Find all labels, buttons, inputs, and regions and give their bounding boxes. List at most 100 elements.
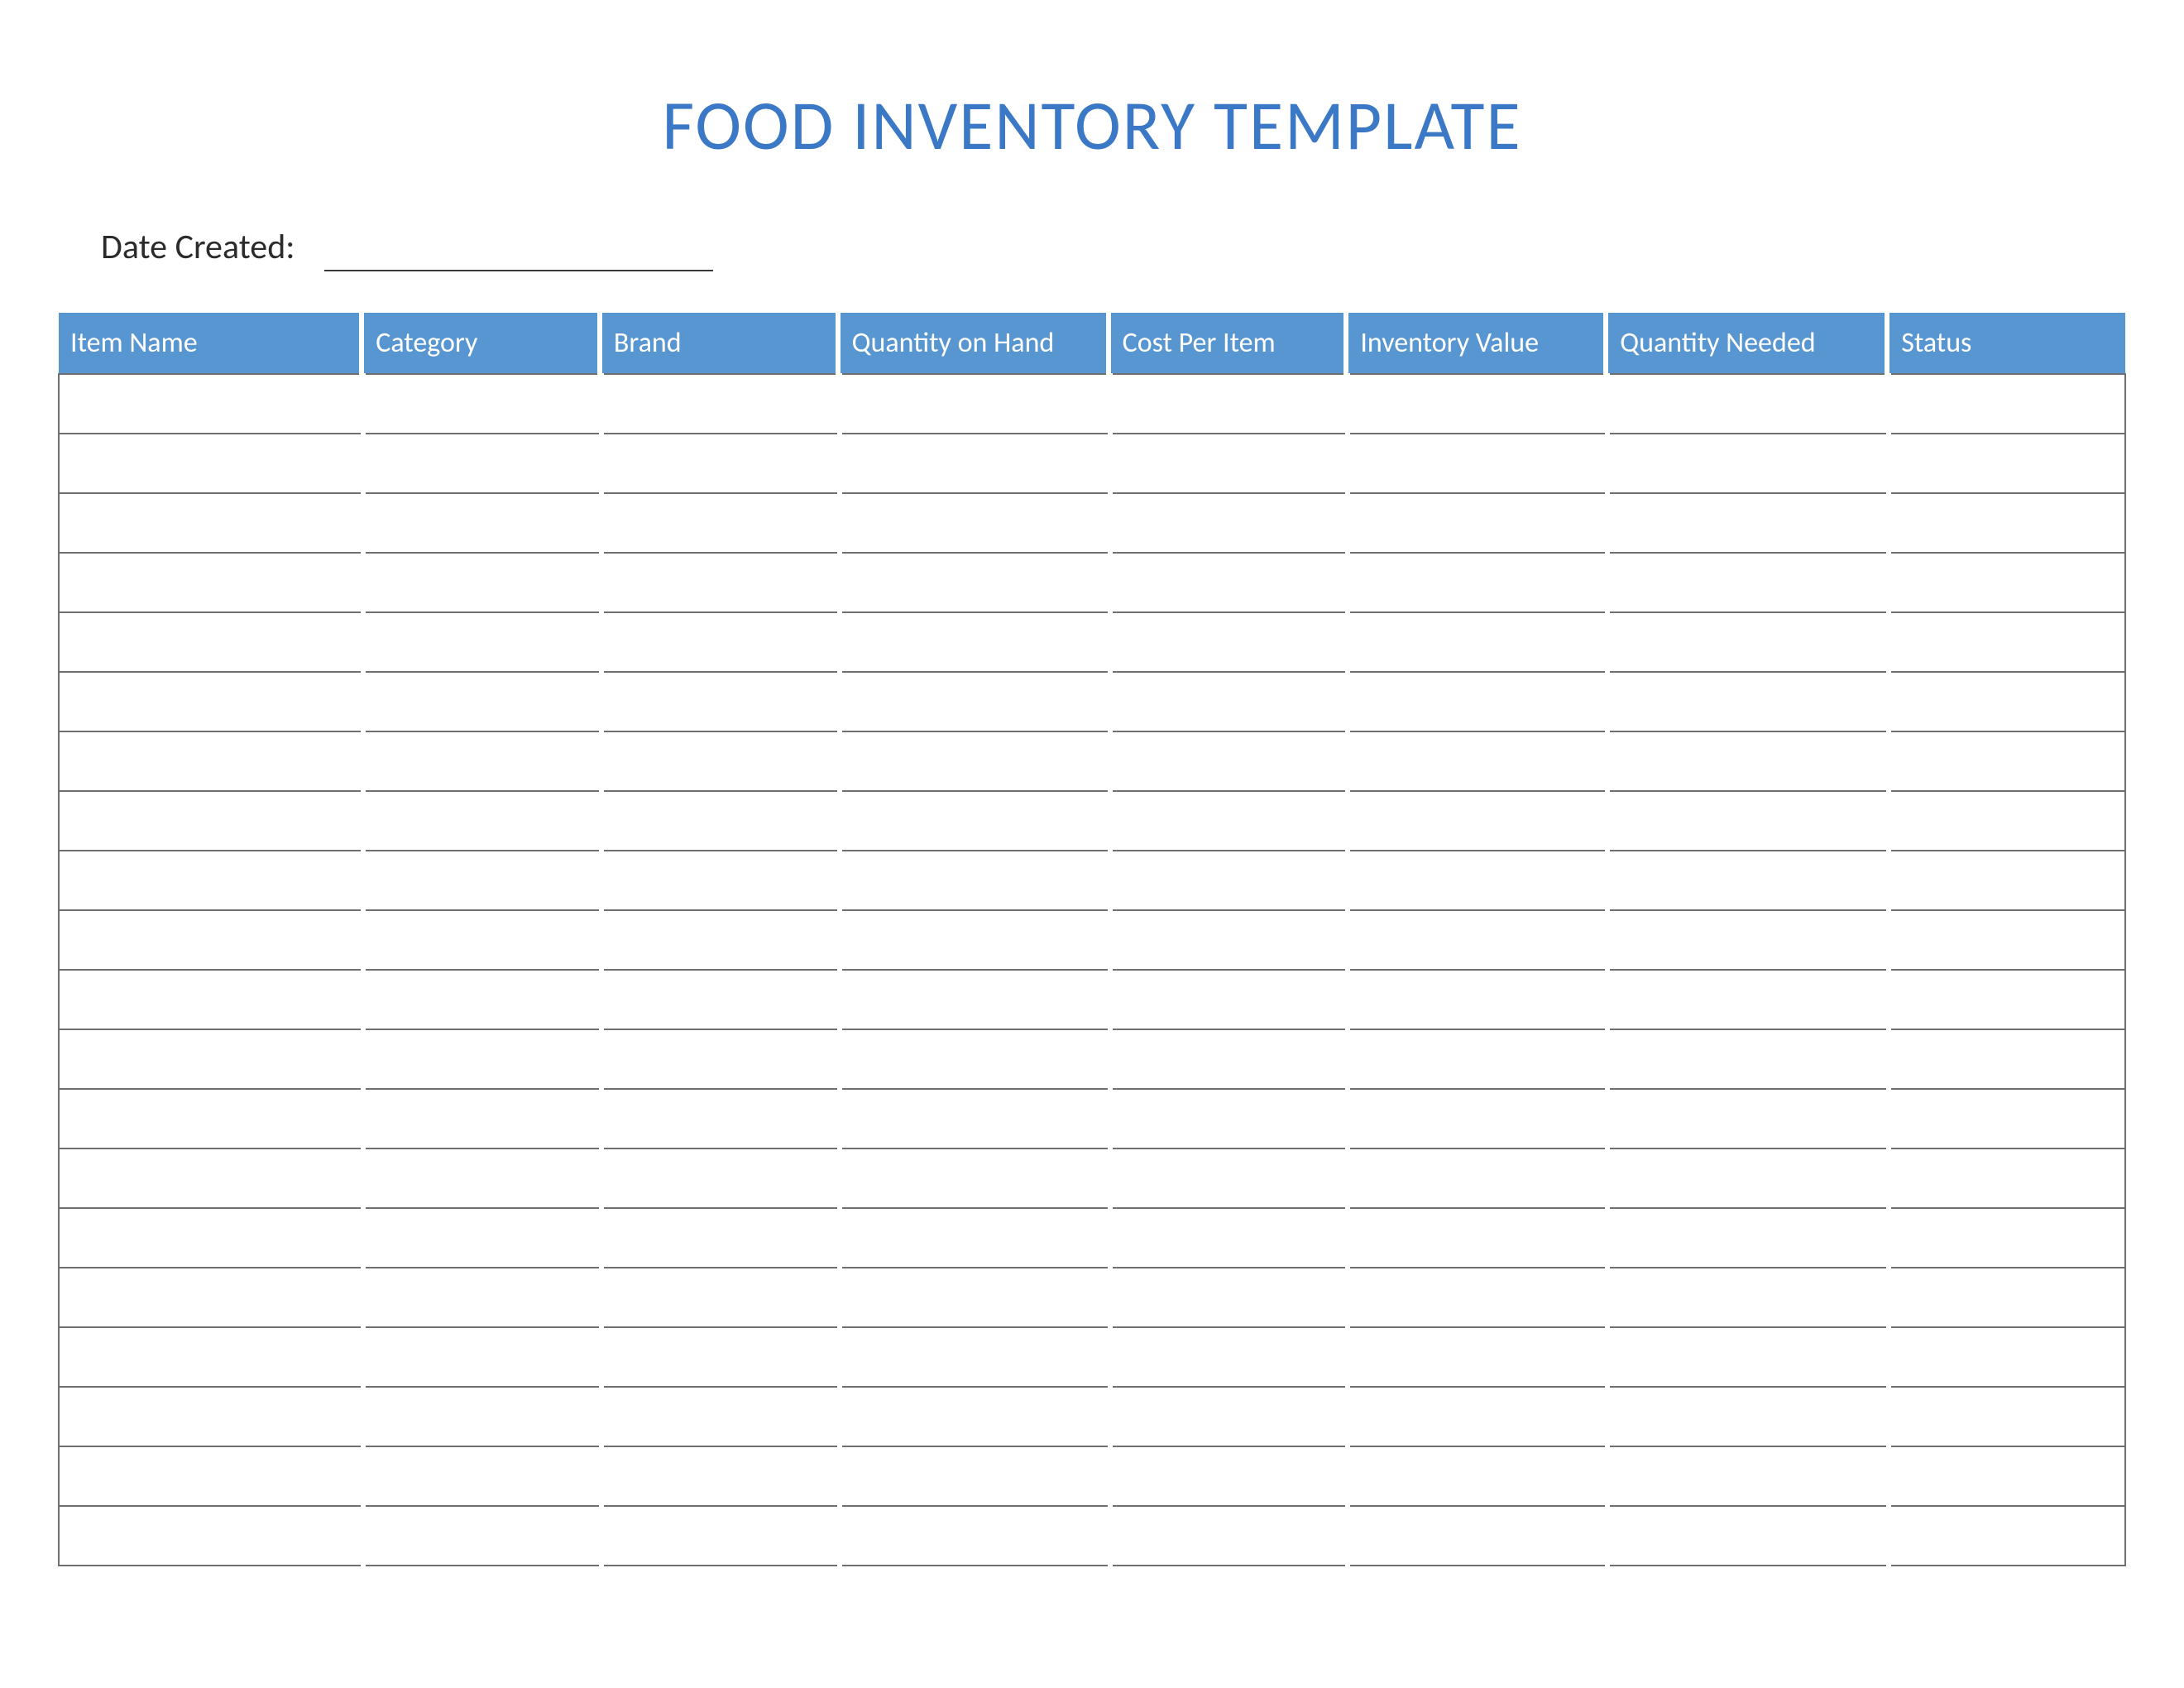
table-cell[interactable] [1346,731,1606,791]
table-cell[interactable] [838,1268,1109,1327]
table-cell[interactable] [1109,1149,1347,1208]
table-cell[interactable] [59,612,362,672]
table-cell[interactable] [362,672,600,731]
table-cell[interactable] [1606,970,1887,1029]
table-cell[interactable] [1109,1387,1347,1446]
table-cell[interactable] [1109,553,1347,612]
table-cell[interactable] [1887,434,2125,493]
table-cell[interactable] [600,374,838,434]
table-cell[interactable] [838,612,1109,672]
table-cell[interactable] [1887,1029,2125,1089]
table-cell[interactable] [838,1387,1109,1446]
table-cell[interactable] [1109,851,1347,910]
table-cell[interactable] [1887,1268,2125,1327]
table-cell[interactable] [1606,851,1887,910]
table-cell[interactable] [1346,612,1606,672]
table-cell[interactable] [59,553,362,612]
table-cell[interactable] [1109,1506,1347,1566]
table-cell[interactable] [1109,1327,1347,1387]
table-cell[interactable] [59,434,362,493]
table-cell[interactable] [59,1446,362,1506]
table-cell[interactable] [362,1268,600,1327]
table-cell[interactable] [1606,672,1887,731]
table-cell[interactable] [362,374,600,434]
table-cell[interactable] [1346,1208,1606,1268]
table-cell[interactable] [600,1029,838,1089]
table-cell[interactable] [362,1208,600,1268]
table-cell[interactable] [59,1387,362,1446]
table-cell[interactable] [1109,791,1347,851]
table-cell[interactable] [1109,1029,1347,1089]
table-cell[interactable] [1887,1387,2125,1446]
table-cell[interactable] [838,434,1109,493]
table-cell[interactable] [838,1327,1109,1387]
table-cell[interactable] [600,612,838,672]
table-cell[interactable] [362,731,600,791]
table-cell[interactable] [59,1208,362,1268]
table-cell[interactable] [600,493,838,553]
date-created-input-line[interactable] [324,270,713,271]
table-cell[interactable] [1346,1089,1606,1149]
table-cell[interactable] [600,1268,838,1327]
table-cell[interactable] [1346,1446,1606,1506]
table-cell[interactable] [1606,434,1887,493]
table-cell[interactable] [1109,970,1347,1029]
table-cell[interactable] [600,672,838,731]
table-cell[interactable] [1887,1506,2125,1566]
table-cell[interactable] [838,1089,1109,1149]
table-cell[interactable] [1887,1327,2125,1387]
table-cell[interactable] [59,374,362,434]
table-cell[interactable] [59,851,362,910]
table-cell[interactable] [1109,434,1347,493]
table-cell[interactable] [362,1089,600,1149]
table-cell[interactable] [59,791,362,851]
table-cell[interactable] [1606,1387,1887,1446]
table-cell[interactable] [362,1387,600,1446]
table-cell[interactable] [1606,1327,1887,1387]
table-cell[interactable] [362,851,600,910]
table-cell[interactable] [1346,1149,1606,1208]
table-cell[interactable] [1606,493,1887,553]
table-cell[interactable] [1606,1029,1887,1089]
table-cell[interactable] [1887,910,2125,970]
table-cell[interactable] [838,374,1109,434]
table-cell[interactable] [838,553,1109,612]
table-cell[interactable] [838,493,1109,553]
table-cell[interactable] [838,1446,1109,1506]
table-cell[interactable] [600,731,838,791]
table-cell[interactable] [362,1029,600,1089]
table-cell[interactable] [1887,553,2125,612]
table-cell[interactable] [1606,553,1887,612]
table-cell[interactable] [1346,910,1606,970]
table-cell[interactable] [59,672,362,731]
table-cell[interactable] [59,1029,362,1089]
table-cell[interactable] [1346,1506,1606,1566]
table-cell[interactable] [1346,1029,1606,1089]
table-cell[interactable] [1346,1268,1606,1327]
table-cell[interactable] [600,1387,838,1446]
table-cell[interactable] [600,434,838,493]
table-cell[interactable] [362,1149,600,1208]
table-cell[interactable] [600,851,838,910]
table-cell[interactable] [838,851,1109,910]
table-cell[interactable] [362,1506,600,1566]
table-cell[interactable] [1109,374,1347,434]
table-cell[interactable] [1887,731,2125,791]
table-cell[interactable] [600,1506,838,1566]
table-cell[interactable] [1109,731,1347,791]
table-cell[interactable] [1887,1089,2125,1149]
table-cell[interactable] [1887,1149,2125,1208]
table-cell[interactable] [1346,553,1606,612]
table-cell[interactable] [1109,910,1347,970]
table-cell[interactable] [1887,612,2125,672]
table-cell[interactable] [1606,1446,1887,1506]
table-cell[interactable] [1887,1446,2125,1506]
table-cell[interactable] [1346,791,1606,851]
table-cell[interactable] [1109,1089,1347,1149]
table-cell[interactable] [838,791,1109,851]
table-cell[interactable] [838,672,1109,731]
table-cell[interactable] [1346,493,1606,553]
table-cell[interactable] [1346,1327,1606,1387]
table-cell[interactable] [1606,1268,1887,1327]
table-cell[interactable] [1346,374,1606,434]
